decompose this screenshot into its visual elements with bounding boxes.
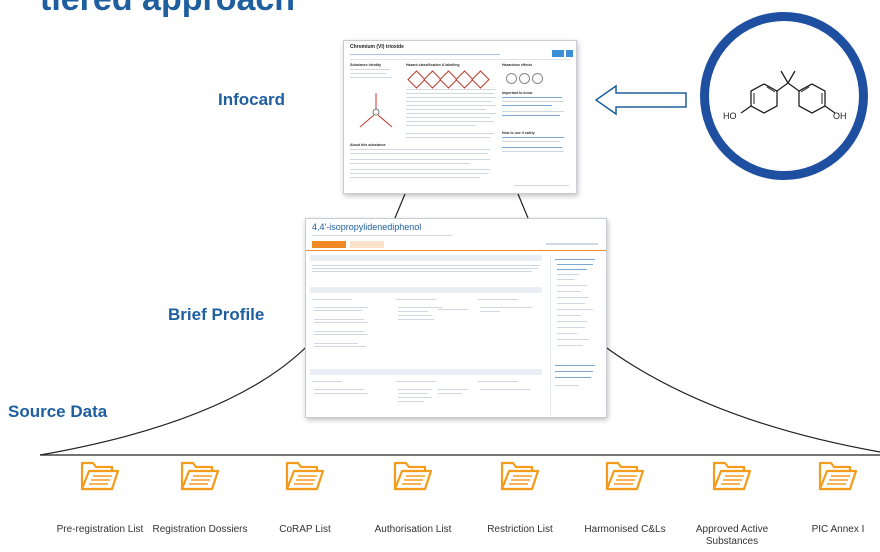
folder-icon xyxy=(180,455,220,493)
arrow-left-icon xyxy=(594,84,687,116)
source-label: Authorisation List xyxy=(374,524,452,535)
effect-icon xyxy=(532,73,543,84)
oh-right-label: OH xyxy=(833,111,847,121)
source-label: Registration Dossiers xyxy=(152,524,248,535)
folder-icon xyxy=(605,455,645,493)
infocard-identity-heading: Substance identity xyxy=(350,63,382,67)
folder-icon xyxy=(712,455,752,493)
source-label: Restriction List xyxy=(487,524,553,535)
infocard-howto-heading: How to use it safely xyxy=(502,131,535,135)
infocard-connector-left xyxy=(394,193,406,219)
brief-profile-substance-name: 4,4'-isopropylidenediphenol xyxy=(312,222,422,232)
data-sources-tab[interactable] xyxy=(350,241,384,248)
source-label: CoRAP List xyxy=(279,524,331,535)
effect-icon xyxy=(519,73,530,84)
folder-icon xyxy=(285,455,325,493)
print-icon xyxy=(566,50,573,57)
share-icon xyxy=(552,50,564,57)
section-header[interactable] xyxy=(310,255,542,261)
source-label: Pre-registration List xyxy=(56,524,144,535)
source-label: Approved Active Substances xyxy=(695,524,769,547)
hazard-pictogram-icon xyxy=(471,70,490,89)
source-label: PIC Annex I xyxy=(811,524,865,535)
folder-icon xyxy=(500,455,540,493)
section-header[interactable] xyxy=(310,369,542,375)
oh-left-label: HO xyxy=(723,111,737,121)
infocard-hazard-heading: Hazard classification & labelling xyxy=(406,63,460,67)
source-label: Harmonised C&Ls xyxy=(584,524,666,535)
infocard-effects-heading: Hazardous effects xyxy=(502,63,533,67)
folder-icon xyxy=(393,455,433,493)
infocard-connector-right xyxy=(517,193,529,219)
brief-profile-tab[interactable] xyxy=(312,241,346,248)
curve-left xyxy=(39,337,316,456)
effect-icon xyxy=(506,73,517,84)
brief-profile-preview: 4,4'-isopropylidenediphenol xyxy=(305,218,607,418)
folder-icon xyxy=(818,455,858,493)
infocard-about-heading: About this substance xyxy=(350,143,386,147)
molecule-circle: HO OH xyxy=(700,12,868,180)
folder-icon xyxy=(80,455,120,493)
section-header[interactable] xyxy=(310,287,542,293)
infocard-preview: Chromium (VI) trioxide Substance identit… xyxy=(343,40,577,194)
brief-profile-sidebar xyxy=(550,255,603,415)
bisphenol-structure-icon xyxy=(740,70,836,114)
curve-right xyxy=(595,339,880,453)
infocard-substance-name: Chromium (VI) trioxide xyxy=(350,44,404,50)
chromium-structure-icon xyxy=(359,93,393,128)
infocard-important-heading: Important to know xyxy=(502,91,533,95)
